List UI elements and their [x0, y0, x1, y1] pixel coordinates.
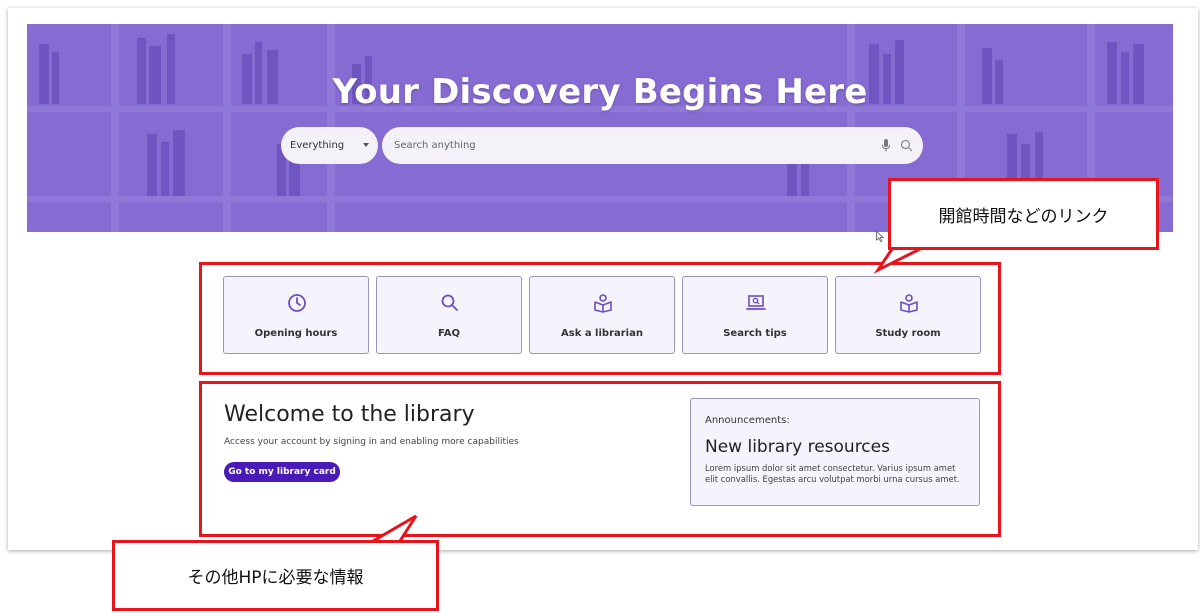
announcement-title[interactable]: New library resources [705, 437, 890, 457]
quick-link-study-room[interactable]: Study room [835, 276, 981, 354]
quick-link-label: Opening hours [254, 328, 338, 339]
book-reader-icon [900, 294, 918, 313]
search-input[interactable] [394, 140, 854, 151]
quick-link-opening-hours[interactable]: Opening hours [223, 276, 369, 354]
search-icon[interactable] [900, 139, 913, 152]
welcome-subtitle: Access your account by signing in and en… [224, 437, 519, 447]
search-scope-select[interactable]: Everything [281, 127, 378, 164]
laptop-search-icon [746, 295, 766, 310]
mouse-pointer-icon [876, 231, 884, 242]
welcome-title: Welcome to the library [224, 402, 475, 427]
quick-link-label: Ask a librarian [561, 328, 643, 339]
annotation-callout-info: その他HPに必要な情報 [112, 540, 439, 611]
announcements-panel: Announcements: New library resources Lor… [690, 398, 980, 506]
quick-link-faq[interactable]: FAQ [376, 276, 522, 354]
clock-icon [288, 294, 306, 312]
search-icon [441, 294, 458, 311]
library-card-button[interactable]: Go to my library card [224, 462, 340, 482]
book-reader-icon [594, 294, 612, 313]
quick-link-label: Study room [875, 328, 941, 339]
search-scope-value: Everything [290, 140, 345, 151]
quick-link-search-tips[interactable]: Search tips [682, 276, 828, 354]
microphone-icon[interactable] [881, 139, 891, 152]
announcement-body: Lorem ipsum dolor sit amet consectetur. … [705, 463, 960, 484]
announcements-heading: Announcements: [705, 415, 790, 426]
caret-down-icon [363, 143, 369, 147]
quick-link-label: FAQ [438, 328, 460, 339]
search-bar[interactable] [382, 127, 923, 164]
quick-link-ask-a-librarian[interactable]: Ask a librarian [529, 276, 675, 354]
annotation-callout-links: 開館時間などのリンク [888, 178, 1159, 250]
hero-title: Your Discovery Begins Here [332, 72, 868, 112]
quick-link-label: Search tips [723, 328, 787, 339]
